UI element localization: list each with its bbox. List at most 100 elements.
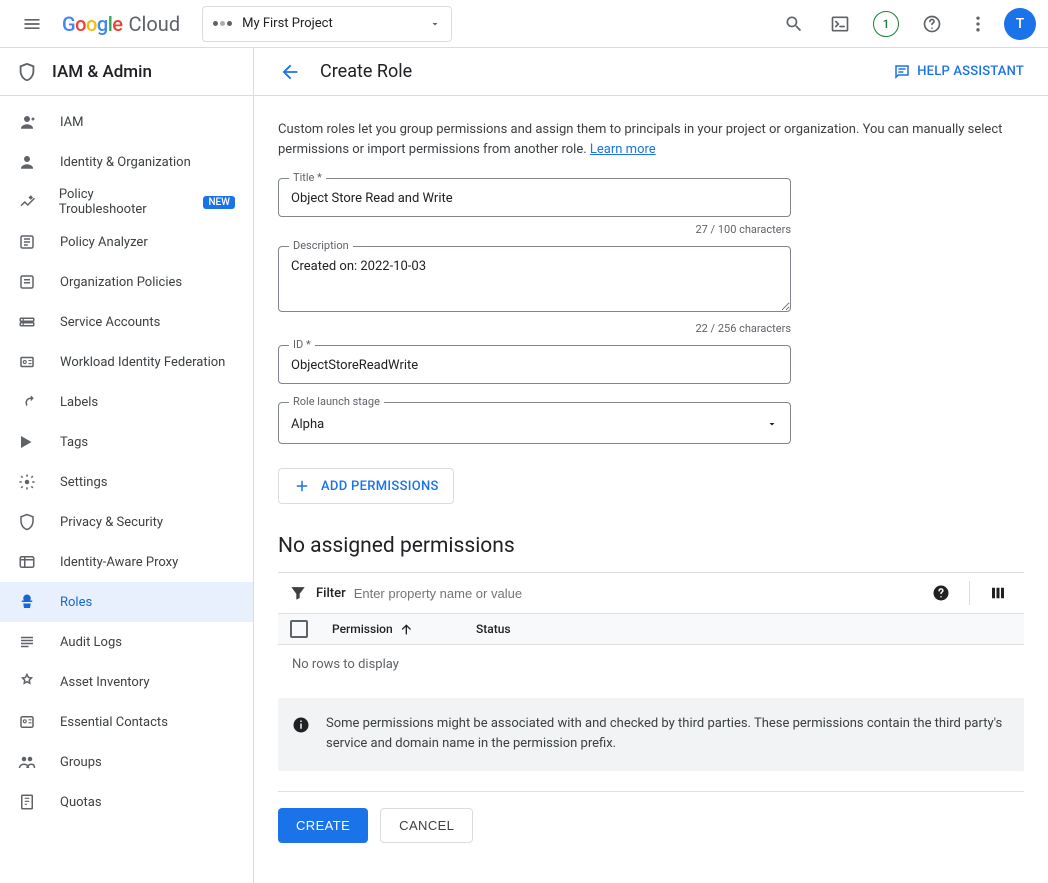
sidebar-item-asset-inventory[interactable]: Asset Inventory [0,662,253,702]
help-button[interactable] [912,4,952,44]
sidebar-item-service-accounts[interactable]: Service Accounts [0,302,253,342]
hamburger-menu-button[interactable] [12,4,52,44]
nav-icon [18,673,38,691]
sidebar-item-labels[interactable]: Labels [0,382,253,422]
description-field: Description [278,246,1024,316]
account-avatar[interactable]: T [1004,8,1036,40]
topbar: Google Cloud My First Project 1 T [0,0,1048,48]
sidebar-item-groups[interactable]: Groups [0,742,253,782]
nav-label: Privacy & Security [60,515,163,530]
search-button[interactable] [774,4,814,44]
col-permission[interactable]: Permission [332,622,393,636]
id-label: ID * [289,338,315,351]
dropdown-icon [429,18,441,30]
plus-icon [293,477,311,495]
nav-icon [18,553,38,571]
stage-field: Role launch stage Alpha [278,402,1024,444]
nav-label: Identity-Aware Proxy [60,555,178,570]
nav-label: Groups [60,755,102,770]
sidebar-item-settings[interactable]: Settings [0,462,253,502]
logo-cloud-text: Cloud [129,12,181,36]
nav-label: Essential Contacts [60,715,168,730]
nav-icon [18,753,38,771]
stage-label: Role launch stage [289,395,384,408]
filter-input[interactable] [354,586,654,601]
project-selector[interactable]: My First Project [202,6,452,42]
filter-help-button[interactable] [925,577,957,609]
nav-icon [18,793,38,811]
nav-label: Labels [60,395,98,410]
title-field: Title * [278,178,1024,217]
stage-select[interactable]: Alpha [278,402,791,444]
description-label: Description [289,239,353,252]
sidebar: IAM & Admin IAMIdentity & OrganizationPo… [0,48,254,883]
add-permissions-button[interactable]: ADD PERMISSIONS [278,468,454,504]
permissions-heading: No assigned permissions [278,534,1024,558]
nav-list: IAM Identity & Organization Policy Trouble… [0,96,253,822]
sidebar-item-policy-analyzer[interactable]: Policy Analyzer [0,222,253,262]
description-charcount: 22 / 256 characters [278,322,791,335]
project-name: My First Project [242,16,333,31]
page-header: Create Role HELP ASSISTANT [254,48,1048,96]
nav-icon [18,273,38,291]
title-charcount: 27 / 100 characters [278,223,791,236]
nav-label: Roles [60,595,92,610]
filter-label: Filter [316,586,346,601]
sidebar-item-tags[interactable]: Tags [0,422,253,462]
title-input[interactable] [278,178,791,217]
free-trial-button[interactable]: 1 [866,4,906,44]
nav-icon [18,313,38,331]
sidebar-item-privacy-security[interactable]: Privacy & Security [0,502,253,542]
nav-label: Policy Analyzer [60,235,148,250]
nav-icon [18,353,38,371]
columns-icon [989,584,1007,602]
sidebar-item-audit-logs[interactable]: Audit Logs [0,622,253,662]
google-cloud-logo[interactable]: Google Cloud [62,12,180,36]
nav-label: Asset Inventory [60,675,149,690]
cloud-shell-button[interactable] [820,4,860,44]
id-input[interactable] [278,345,791,384]
help-assistant-button[interactable]: HELP ASSISTANT [893,63,1024,81]
select-all-checkbox[interactable] [290,620,308,638]
nav-icon [18,513,38,531]
nav-icon [18,393,38,411]
sidebar-item-quotas[interactable]: Quotas [0,782,253,822]
chat-icon [893,63,911,81]
page-title: Create Role [320,61,412,82]
action-row: CREATE CANCEL [278,791,1024,843]
col-status[interactable]: Status [476,622,511,636]
description-input[interactable] [278,246,791,312]
shield-icon [16,61,38,83]
sidebar-item-essential-contacts[interactable]: Essential Contacts [0,702,253,742]
sidebar-item-iam[interactable]: IAM [0,102,253,142]
stage-value: Alpha [291,417,324,432]
trial-badge: 1 [873,11,899,37]
nav-label: Policy Troubleshooter [59,187,178,217]
nav-icon [18,633,38,651]
help-icon [922,14,942,34]
search-icon [784,14,804,34]
learn-more-link[interactable]: Learn more [590,142,656,157]
nav-label: Quotas [60,795,102,810]
sidebar-item-roles[interactable]: Roles [0,582,253,622]
sidebar-item-organization-policies[interactable]: Organization Policies [0,262,253,302]
back-button[interactable] [278,60,302,84]
sort-asc-icon [399,621,415,637]
nav-label: IAM [60,115,83,130]
sidebar-item-identity-aware-proxy[interactable]: Identity-Aware Proxy [0,542,253,582]
main-content: Create Role HELP ASSISTANT Custom roles … [254,48,1048,883]
more-button[interactable] [958,4,998,44]
permissions-info-box: Some permissions might be associated wit… [278,698,1024,770]
column-options-button[interactable] [982,577,1014,609]
nav-label: Identity & Organization [60,155,191,170]
sidebar-item-workload-identity-federation[interactable]: Workload Identity Federation [0,342,253,382]
create-button[interactable]: CREATE [278,808,368,843]
more-vert-icon [968,14,988,34]
cancel-button[interactable]: CANCEL [380,808,473,843]
sidebar-item-policy-troubleshooter[interactable]: Policy TroubleshooterNEW [0,182,253,222]
nav-label: Service Accounts [60,315,160,330]
nav-icon [18,153,38,171]
menu-icon [22,14,42,34]
sidebar-item-identity-organization[interactable]: Identity & Organization [0,142,253,182]
filter-icon [288,583,308,603]
